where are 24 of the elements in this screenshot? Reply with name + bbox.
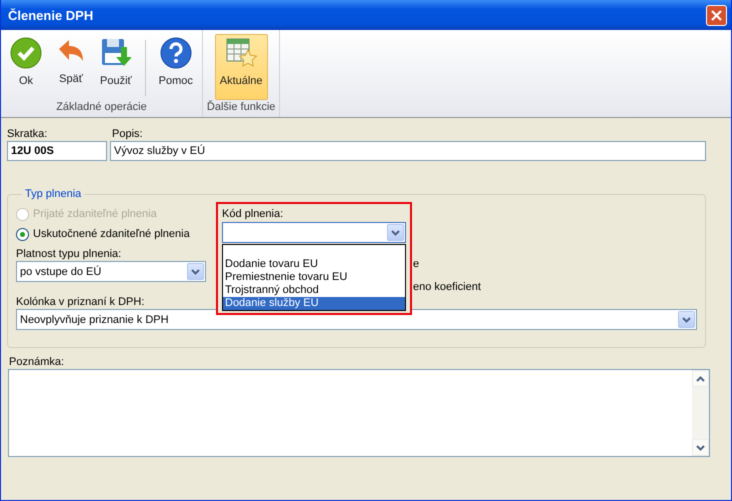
ribbon-button[interactable]: Pomoc bbox=[154, 34, 198, 100]
field-label: Kód plnenia: bbox=[222, 208, 284, 221]
group-legend: Typ plnenia bbox=[22, 188, 84, 200]
radio-label: Uskutočnené zdaniteľné plnenia bbox=[33, 228, 190, 240]
field-label: Skratka: bbox=[7, 128, 48, 141]
dropdown-field[interactable]: Neovplyvňuje priznanie k DPH bbox=[16, 309, 697, 330]
dropdown-field[interactable]: po vstupe do EÚ bbox=[16, 261, 206, 282]
ribbon-button[interactable]: Aktuálne bbox=[214, 34, 268, 100]
ribbon-button[interactable]: Späť bbox=[51, 34, 91, 100]
field-label: Kolónka v priznaní k DPH: bbox=[16, 296, 144, 309]
checkbox-label: e bbox=[413, 258, 420, 270]
group-label: Ďalšie funkcie bbox=[206, 101, 276, 115]
group-label: Základné operácie bbox=[56, 101, 147, 115]
input-field[interactable]: 12U 00S bbox=[7, 141, 107, 161]
radio-label: Prijaté zdaniteľné plnenia bbox=[33, 208, 157, 220]
field-label: Poznámka: bbox=[9, 356, 64, 369]
dropdown-option[interactable]: Dodanie služby EU bbox=[223, 297, 405, 310]
window-title: Členenie DPH bbox=[8, 8, 94, 22]
checkbox-label: eno koeficient bbox=[413, 281, 481, 293]
field-label: Platnost typu plnenia: bbox=[16, 248, 122, 261]
field-label: Popis: bbox=[112, 128, 143, 141]
ribbon-button[interactable]: Použiť bbox=[95, 34, 137, 100]
ribbon-button[interactable]: Ok bbox=[5, 34, 47, 100]
input-field[interactable]: Vývoz služby v EÚ bbox=[110, 141, 706, 161]
